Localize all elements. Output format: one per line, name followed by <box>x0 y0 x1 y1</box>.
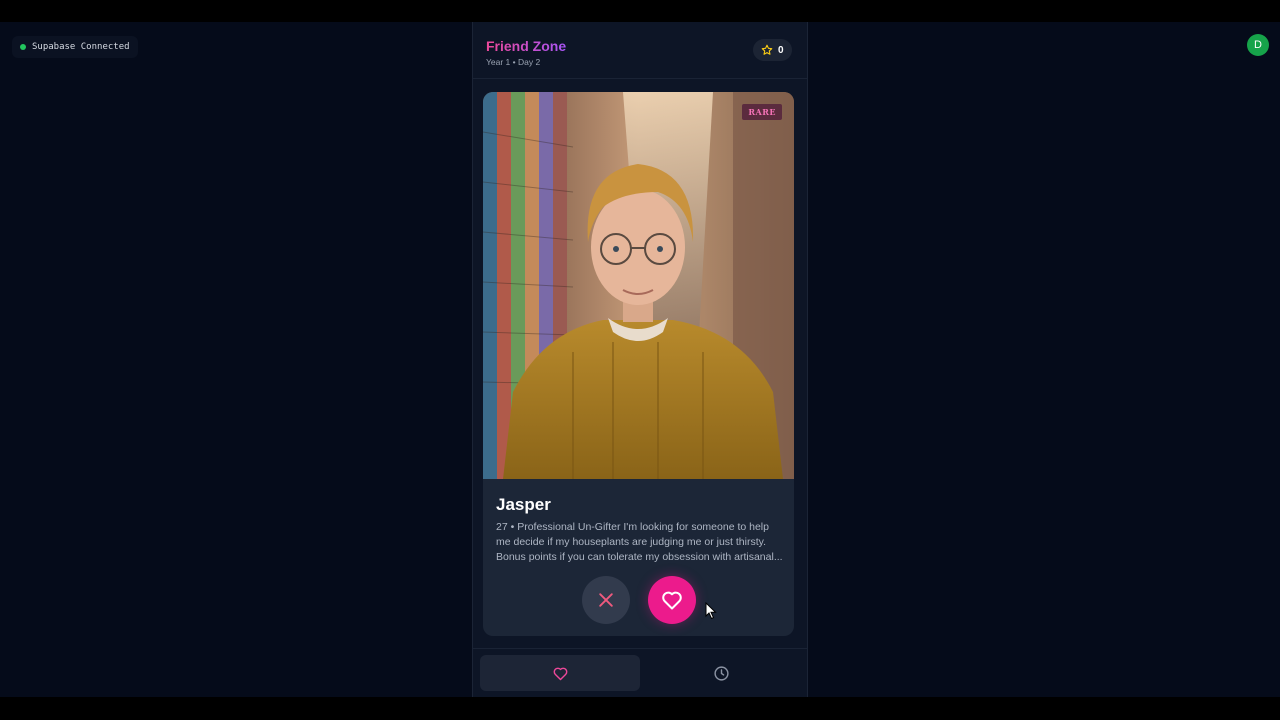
close-icon <box>599 593 613 607</box>
like-button[interactable] <box>648 576 696 624</box>
profile-photo: RARE <box>483 92 794 479</box>
app-panel: Friend Zone Year 1 • Day 2 0 RARE Jasper… <box>472 22 808 697</box>
game-date: Year 1 • Day 2 <box>486 57 541 67</box>
profile-name: Jasper <box>496 495 551 514</box>
app-title: Friend Zone <box>486 38 567 54</box>
star-icon <box>761 44 773 55</box>
heart-icon <box>662 591 682 610</box>
pass-button[interactable] <box>582 576 630 624</box>
mouse-pointer-icon <box>705 602 717 620</box>
score-badge[interactable]: 0 <box>753 39 792 61</box>
connection-status-badge: Supabase Connected <box>12 36 138 58</box>
status-dot-icon <box>20 44 26 50</box>
bottom-nav <box>473 648 807 697</box>
app-viewport: Supabase Connected D Friend Zone Year 1 … <box>0 22 1280 697</box>
score-value: 0 <box>778 44 784 56</box>
rarity-badge: RARE <box>742 104 782 120</box>
profile-photo-illustration <box>483 92 794 479</box>
profile-bio: 27 • Professional Un-Gifter I'm looking … <box>496 521 783 563</box>
heart-icon <box>553 667 567 680</box>
nav-tab-history[interactable] <box>641 655 801 691</box>
profile-card[interactable]: RARE Jasper 27 • Professional Un-Gifter … <box>483 92 794 636</box>
connection-status-label: Supabase Connected <box>32 42 130 52</box>
app-header: Friend Zone Year 1 • Day 2 0 <box>473 22 807 79</box>
clock-icon <box>713 665 729 681</box>
user-avatar[interactable]: D <box>1247 34 1269 56</box>
nav-tab-swipe[interactable] <box>480 655 640 691</box>
